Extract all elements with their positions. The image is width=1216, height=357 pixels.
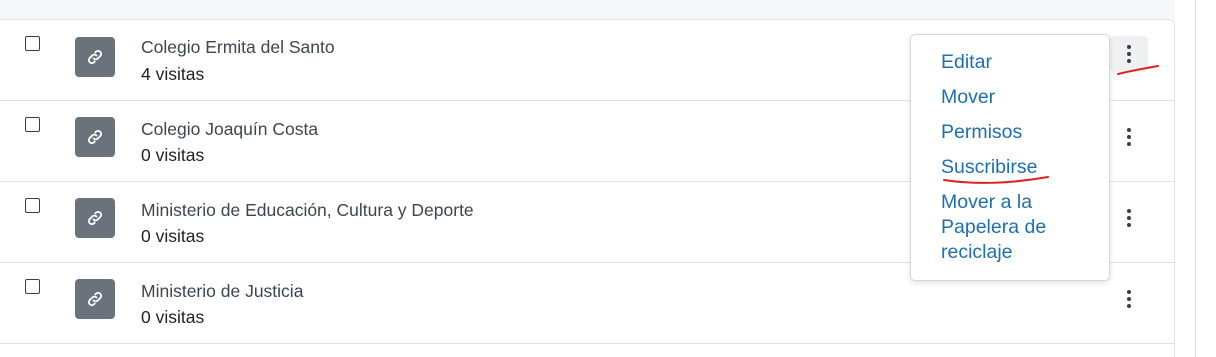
list-header-band <box>0 0 1175 19</box>
item-title-link[interactable]: Colegio Ermita del Santo <box>141 37 335 58</box>
item-visits: 4 visitas <box>141 64 205 84</box>
item-title-link[interactable]: Ministerio de Justicia <box>141 281 303 302</box>
link-icon <box>75 198 115 238</box>
kebab-menu-button[interactable] <box>1110 281 1148 317</box>
kebab-menu-icon <box>1127 208 1131 229</box>
scrollbar-track <box>1195 0 1196 357</box>
menu-item-papelera[interactable]: Mover a la Papelera de reciclaje <box>941 190 1101 265</box>
item-title-link[interactable]: Colegio Joaquín Costa <box>141 119 318 140</box>
kebab-menu-icon <box>1127 289 1131 310</box>
kebab-menu-button[interactable] <box>1110 200 1148 236</box>
kebab-menu-icon <box>1127 44 1131 65</box>
menu-item-permisos[interactable]: Permisos <box>941 120 1101 145</box>
select-checkbox[interactable] <box>25 279 40 294</box>
menu-item-suscribirse[interactable]: Suscribirse <box>941 155 1101 180</box>
select-checkbox[interactable] <box>25 198 40 213</box>
menu-item-mover[interactable]: Mover <box>941 85 1101 110</box>
link-icon <box>75 37 115 77</box>
select-checkbox[interactable] <box>25 36 40 51</box>
link-icon <box>75 117 115 157</box>
kebab-menu-icon <box>1127 127 1131 148</box>
select-checkbox[interactable] <box>25 117 40 132</box>
action-menu-dropdown: Editar Mover Permisos Suscribirse Mover … <box>910 34 1110 281</box>
kebab-menu-button[interactable] <box>1110 119 1148 155</box>
item-visits: 0 visitas <box>141 145 205 165</box>
link-icon <box>75 279 115 319</box>
item-visits: 0 visitas <box>141 307 205 327</box>
item-title-link[interactable]: Ministerio de Educación, Cultura y Depor… <box>141 200 474 221</box>
menu-item-editar[interactable]: Editar <box>941 50 1101 75</box>
item-visits: 0 visitas <box>141 226 205 246</box>
kebab-menu-button[interactable] <box>1110 36 1148 72</box>
